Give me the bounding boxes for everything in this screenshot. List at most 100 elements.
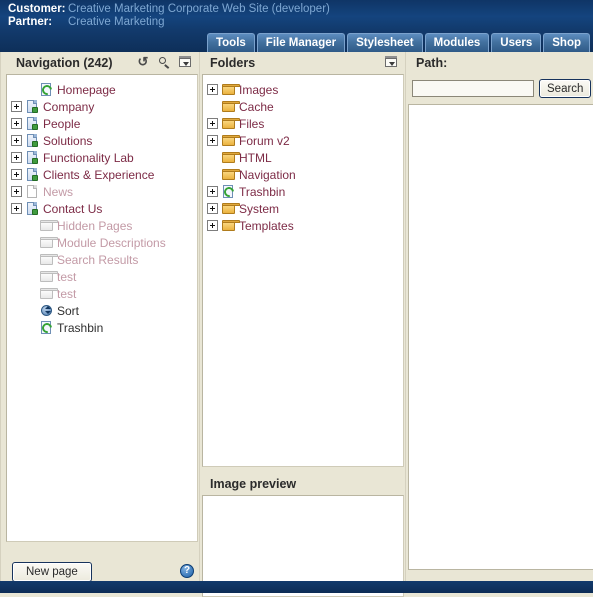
tree-node[interactable]: Trashbin <box>11 319 197 336</box>
main-area: Navigation (242) ↺ Homepage Company People… <box>0 52 593 597</box>
tree-node[interactable]: System <box>207 200 403 217</box>
search-input[interactable] <box>412 80 534 97</box>
trashbin-icon <box>39 320 55 335</box>
tree-node[interactable]: News <box>11 183 197 200</box>
folder-icon <box>221 167 240 182</box>
expand-icon[interactable] <box>207 203 218 214</box>
folder-icon <box>221 218 240 233</box>
tab-shop[interactable]: Shop <box>543 33 590 52</box>
tab-stylesheet[interactable]: Stylesheet <box>347 33 423 52</box>
tree-node-label: Solutions <box>43 133 93 148</box>
expand-icon[interactable] <box>11 169 22 180</box>
customer-header: Customer: Creative Marketing Corporate We… <box>0 0 593 31</box>
tree-node[interactable]: Sort <box>11 302 197 319</box>
page-plain-icon <box>25 184 41 199</box>
tree-node[interactable]: Functionality Lab <box>11 149 197 166</box>
tab-users[interactable]: Users <box>491 33 542 52</box>
tree-node-label: Homepage <box>57 82 116 97</box>
expand-icon[interactable] <box>11 203 22 214</box>
page-icon <box>25 99 41 114</box>
main-tab-strip: Tools File Manager Stylesheet Modules Users S… <box>0 30 593 52</box>
tab-tools[interactable]: Tools <box>206 33 255 52</box>
partner-value: Creative Marketing <box>68 16 165 28</box>
tree-node[interactable]: Trashbin <box>207 183 403 200</box>
tree-node[interactable]: Homepage <box>11 81 197 98</box>
expand-icon[interactable] <box>11 135 22 146</box>
tree-node[interactable]: Search Results <box>11 251 197 268</box>
customer-label: Customer: <box>8 3 66 15</box>
tree-node[interactable]: Company <box>11 98 197 115</box>
tab-list: Tools File Manager Stylesheet Modules Users S… <box>206 33 593 52</box>
expand-icon[interactable] <box>11 186 22 197</box>
search-icon[interactable] <box>157 55 171 69</box>
navigation-toolbar: ↺ <box>136 55 192 69</box>
expand-icon[interactable] <box>207 220 218 231</box>
tree-node-label: Sort <box>57 303 80 318</box>
tree-node[interactable]: Templates <box>207 217 403 234</box>
navigation-tree: Homepage Company People Solutions Functional… <box>7 81 197 336</box>
tree-node[interactable]: Forum v2 <box>207 132 403 149</box>
tree-node[interactable]: People <box>11 115 197 132</box>
new-page-button[interactable]: New page <box>12 562 92 582</box>
content-panel: Path: Search <box>408 52 593 570</box>
folders-tree-container[interactable]: Images Cache Files Forum v2 HTML Navigation Tr… <box>202 74 404 467</box>
navigation-panel-header: Navigation (242) ↺ <box>6 52 198 74</box>
expand-icon[interactable] <box>11 118 22 129</box>
navigation-panel: Navigation (242) ↺ Homepage Company People… <box>6 52 198 542</box>
tab-modules[interactable]: Modules <box>424 33 490 52</box>
tree-node-label: Module Descriptions <box>57 235 166 250</box>
search-row: Search <box>408 74 593 100</box>
tree-node[interactable]: test <box>11 285 197 302</box>
tree-node[interactable]: Clients & Experience <box>11 166 197 183</box>
refresh-icon[interactable]: ↺ <box>136 55 150 69</box>
collapse-icon[interactable] <box>384 55 398 69</box>
expand-icon[interactable] <box>207 84 218 95</box>
folder-gray-icon <box>39 252 58 267</box>
tree-node[interactable]: Images <box>207 81 403 98</box>
tab-file-manager[interactable]: File Manager <box>256 33 346 52</box>
status-bar <box>0 581 593 593</box>
tree-node[interactable]: Files <box>207 115 403 132</box>
tree-node-label: test <box>57 286 77 301</box>
tree-node[interactable]: test <box>11 268 197 285</box>
tree-node[interactable]: Solutions <box>11 132 197 149</box>
tree-node[interactable]: Module Descriptions <box>11 234 197 251</box>
folder-icon <box>221 116 240 131</box>
navigation-title: Navigation (242) <box>16 56 113 70</box>
application-window: Customer: Creative Marketing Corporate We… <box>0 0 593 597</box>
help-icon[interactable]: ? <box>180 564 194 578</box>
collapse-icon[interactable] <box>178 55 192 69</box>
navigation-tree-container[interactable]: Homepage Company People Solutions Functional… <box>6 74 198 542</box>
trashbin-icon <box>221 184 237 199</box>
search-button[interactable]: Search <box>539 79 592 98</box>
path-header: Path: <box>408 52 593 74</box>
expand-icon[interactable] <box>207 118 218 129</box>
image-preview-title: Image preview <box>210 477 297 491</box>
tree-node[interactable]: Cache <box>207 98 403 115</box>
folder-icon <box>221 133 240 148</box>
tree-node[interactable]: Hidden Pages <box>11 217 197 234</box>
folder-gray-icon <box>39 218 58 233</box>
expand-icon[interactable] <box>11 101 22 112</box>
expand-icon[interactable] <box>207 186 218 197</box>
expand-icon[interactable] <box>11 152 22 163</box>
tree-node-label: Cache <box>239 99 274 114</box>
folder-gray-icon <box>39 235 58 250</box>
tree-node-label: System <box>239 201 280 216</box>
tree-node[interactable]: Contact Us <box>11 200 197 217</box>
partner-row: Partner: Creative Marketing <box>8 16 165 28</box>
expand-icon[interactable] <box>207 135 218 146</box>
image-preview-header: Image preview <box>202 473 404 495</box>
folders-content-divider <box>405 52 406 581</box>
tree-node[interactable]: HTML <box>207 149 403 166</box>
tree-node[interactable]: Navigation <box>207 166 403 183</box>
